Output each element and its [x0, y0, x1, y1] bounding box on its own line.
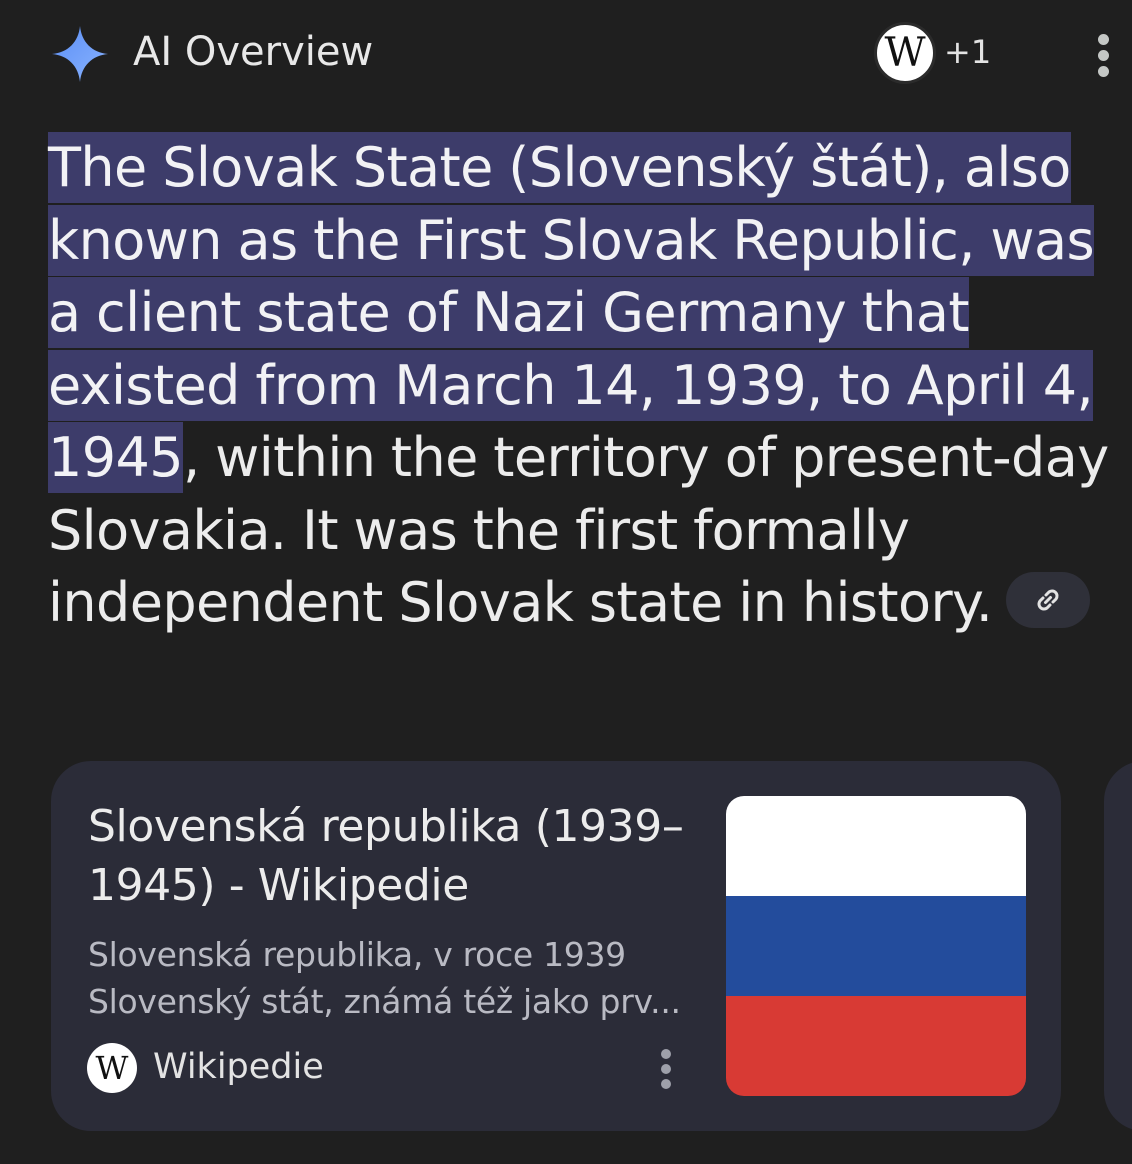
- sparkle-icon: [52, 26, 108, 82]
- more-vert-icon[interactable]: [1090, 34, 1118, 78]
- source-link-chip[interactable]: [1006, 572, 1091, 629]
- ai-overview-header: AI Overview W +1: [0, 0, 1132, 110]
- source-name: Wikipedie: [153, 1047, 324, 1087]
- answer-continuation: , within the territory of present-day Sl…: [48, 426, 1109, 634]
- next-source-card[interactable]: [1104, 761, 1132, 1131]
- overview-text: The Slovak State (Slovenský štát), also …: [48, 132, 1128, 640]
- ai-overview-title: AI Overview: [133, 29, 374, 75]
- wikipedia-source-badge[interactable]: W: [874, 22, 936, 84]
- source-card[interactable]: Slovenská republika (1939–1945) - Wikipe…: [51, 761, 1061, 1131]
- source-card-snippet: Slovenská republika, v roce 1939 Slovens…: [88, 935, 681, 1021]
- more-vert-icon[interactable]: [655, 1049, 679, 1089]
- wikipedia-logo-icon: W: [884, 30, 926, 76]
- wikipedia-icon: W: [87, 1043, 137, 1093]
- flag-stripe-blue: [726, 896, 1026, 996]
- link-icon: [1037, 589, 1059, 611]
- more-sources-count[interactable]: +1: [944, 32, 991, 72]
- source-card-title[interactable]: Slovenská republika (1939–1945) - Wikipe…: [88, 797, 708, 915]
- flag-stripe-red: [726, 996, 1026, 1096]
- flag-thumbnail[interactable]: [726, 796, 1026, 1096]
- flag-stripe-white: [726, 796, 1026, 896]
